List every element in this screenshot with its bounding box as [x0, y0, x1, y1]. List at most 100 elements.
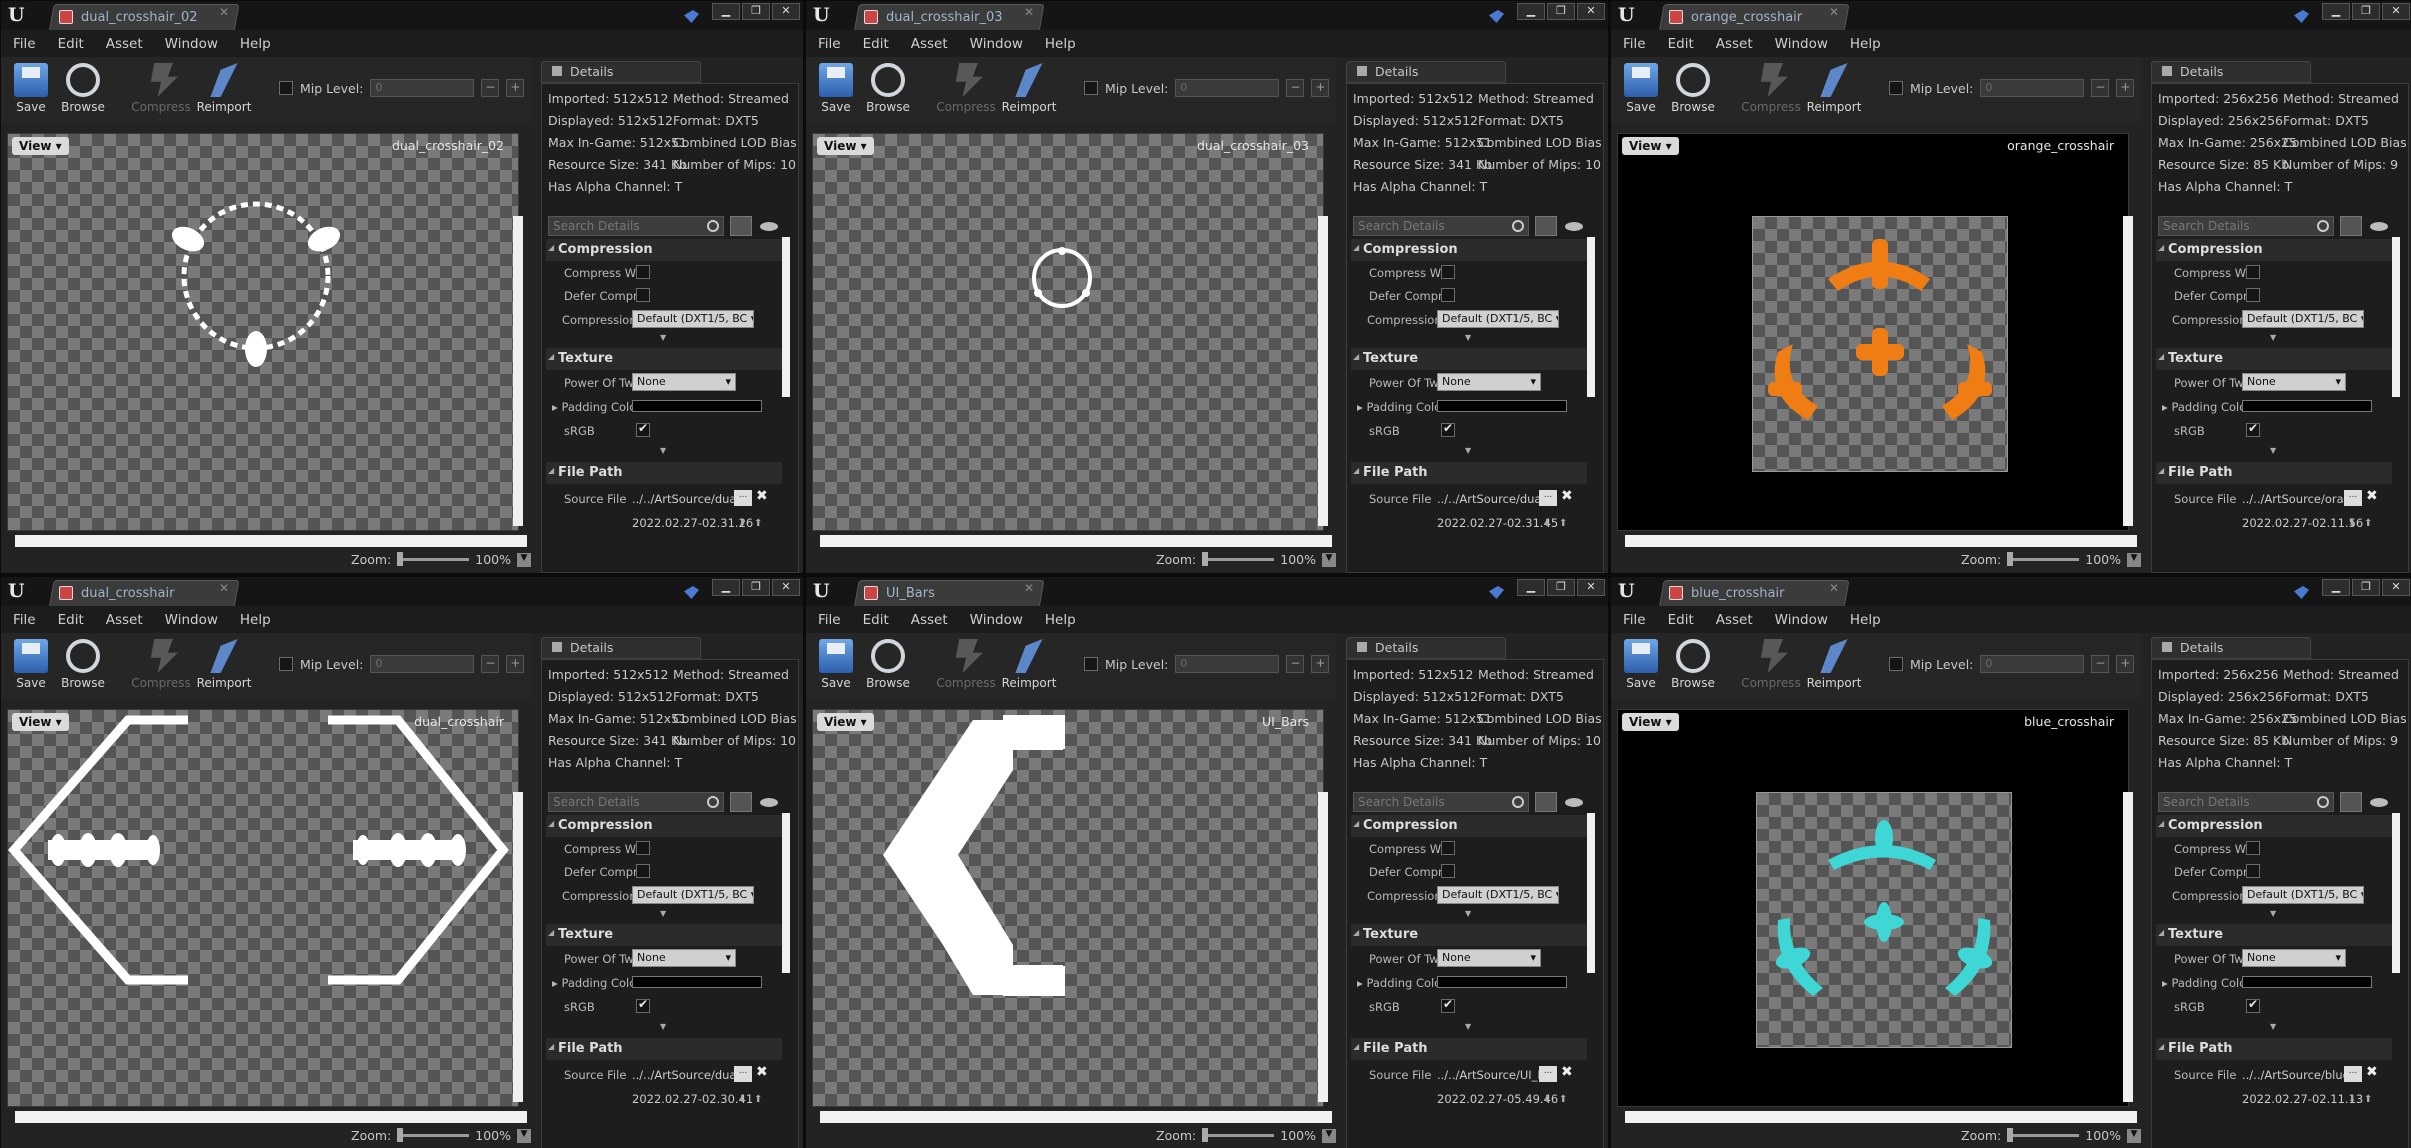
details-tab[interactable]: Details: [541, 637, 701, 659]
srgb-checkbox[interactable]: [2246, 997, 2260, 1013]
minimize-button[interactable]: ▁: [2322, 579, 2350, 596]
defer-compression-checkbox[interactable]: [1441, 288, 1455, 302]
menu-help[interactable]: Help: [240, 612, 271, 628]
menu-edit[interactable]: Edit: [58, 612, 84, 628]
pin-icon[interactable]: [1489, 586, 1504, 599]
pin-icon[interactable]: [684, 586, 699, 599]
arrow-up-icon[interactable]: ⬆: [2364, 518, 2372, 529]
padding-color-swatch[interactable]: [2242, 400, 2372, 412]
mip-increment-button[interactable]: +: [1311, 79, 1330, 97]
defer-compression-checkbox[interactable]: [2246, 864, 2260, 878]
category-texture[interactable]: Texture: [2156, 348, 2392, 370]
maximize-button[interactable]: ❐: [1547, 579, 1575, 596]
details-tab[interactable]: Details: [1346, 61, 1506, 83]
menu-file[interactable]: File: [818, 612, 841, 628]
compression-settings-dropdown[interactable]: Default (DXT1/5, BC ▾: [2242, 310, 2364, 328]
padding-color-swatch[interactable]: [632, 400, 762, 412]
category-file-path[interactable]: File Path: [546, 1038, 782, 1060]
arrow-up-icon[interactable]: ⬆: [754, 518, 762, 529]
mip-level-checkbox[interactable]: [279, 81, 293, 95]
view-menu-button[interactable]: View ▾: [1622, 137, 1679, 155]
asset-tab-content[interactable]: orange_crosshair: [1669, 7, 1839, 27]
viewport-vertical-scrollbar[interactable]: [513, 792, 523, 1102]
advanced-expand-icon[interactable]: ▼: [1465, 909, 1471, 918]
mip-increment-button[interactable]: +: [506, 79, 525, 97]
search-details-input[interactable]: Search Details: [548, 216, 724, 236]
viewport-horizontal-scrollbar[interactable]: [820, 1111, 1332, 1123]
zoom-slider[interactable]: [2007, 1128, 2080, 1142]
browse-source-button[interactable]: ...: [734, 1066, 752, 1082]
close-button[interactable]: ✕: [1577, 3, 1605, 20]
compression-settings-dropdown[interactable]: Default (DXT1/5, BC ▾: [1437, 886, 1559, 904]
mip-level-checkbox[interactable]: [1889, 81, 1903, 95]
viewport-horizontal-scrollbar[interactable]: [15, 1111, 527, 1123]
viewport-horizontal-scrollbar[interactable]: [15, 535, 527, 547]
zoom-dropdown-icon[interactable]: ▼: [2127, 1128, 2141, 1143]
details-scrollbar[interactable]: [782, 237, 790, 397]
minimize-button[interactable]: ▁: [1517, 579, 1545, 596]
viewport-vertical-scrollbar[interactable]: [1318, 216, 1328, 526]
view-menu-button[interactable]: View ▾: [817, 713, 874, 731]
minimize-button[interactable]: ▁: [1517, 3, 1545, 20]
browse-source-button[interactable]: ...: [1539, 1066, 1557, 1082]
close-button[interactable]: ✕: [772, 3, 800, 20]
compress-without-alpha-checkbox[interactable]: [1441, 841, 1455, 855]
mip-increment-button[interactable]: +: [2116, 655, 2135, 673]
arrow-down-icon[interactable]: ⬇: [738, 518, 746, 529]
details-scrollbar[interactable]: [1587, 813, 1595, 973]
mip-level-checkbox[interactable]: [1889, 657, 1903, 671]
mip-level-field[interactable]: 0: [1980, 655, 2085, 673]
zoom-dropdown-icon[interactable]: ▼: [517, 1128, 531, 1143]
texture-advanced-expand-icon[interactable]: ▼: [2270, 1022, 2276, 1031]
save-button[interactable]: Save: [806, 63, 866, 119]
texture-advanced-expand-icon[interactable]: ▼: [1465, 446, 1471, 455]
texture-viewport[interactable]: View ▾ dual_crosshair: [7, 709, 519, 1107]
clear-source-icon[interactable]: ✖: [1561, 1064, 1573, 1080]
mip-decrement-button[interactable]: −: [481, 655, 500, 673]
mip-level-checkbox[interactable]: [1084, 657, 1098, 671]
menu-help[interactable]: Help: [1045, 36, 1076, 52]
menu-file[interactable]: File: [818, 36, 841, 52]
zoom-dropdown-icon[interactable]: ▼: [1322, 552, 1336, 567]
tab-close-icon[interactable]: ✕: [219, 581, 229, 595]
texture-viewport[interactable]: View ▾ orange_crosshair: [1617, 133, 2129, 531]
browse-source-button[interactable]: ...: [2344, 490, 2362, 506]
arrow-down-icon[interactable]: ⬇: [2348, 1094, 2356, 1105]
arrow-down-icon[interactable]: ⬇: [1543, 1094, 1551, 1105]
advanced-expand-icon[interactable]: ▼: [2270, 909, 2276, 918]
minimize-button[interactable]: ▁: [712, 3, 740, 20]
close-button[interactable]: ✕: [1577, 579, 1605, 596]
menu-edit[interactable]: Edit: [1668, 612, 1694, 628]
category-file-path[interactable]: File Path: [2156, 1038, 2392, 1060]
compress-without-alpha-checkbox[interactable]: [636, 265, 650, 279]
details-tab[interactable]: Details: [2151, 61, 2311, 83]
menu-edit[interactable]: Edit: [58, 36, 84, 52]
viewport-vertical-scrollbar[interactable]: [2123, 216, 2133, 526]
category-file-path[interactable]: File Path: [2156, 462, 2392, 484]
texture-viewport[interactable]: View ▾ dual_crosshair_02: [7, 133, 519, 531]
browse-button[interactable]: Browse: [858, 639, 918, 695]
power-of-two-dropdown[interactable]: None ▾: [632, 949, 736, 967]
category-compression[interactable]: Compression: [1351, 239, 1587, 261]
eye-icon[interactable]: [1565, 222, 1583, 231]
mip-decrement-button[interactable]: −: [2091, 79, 2110, 97]
category-compression[interactable]: Compression: [1351, 815, 1587, 837]
advanced-expand-icon[interactable]: ▼: [660, 909, 666, 918]
compress-without-alpha-checkbox[interactable]: [2246, 841, 2260, 855]
zoom-slider[interactable]: [2007, 552, 2080, 566]
property-matrix-icon[interactable]: [730, 216, 752, 236]
menu-window[interactable]: Window: [970, 36, 1023, 52]
clear-source-icon[interactable]: ✖: [756, 488, 768, 504]
viewport-vertical-scrollbar[interactable]: [2123, 792, 2133, 1102]
category-compression[interactable]: Compression: [546, 815, 782, 837]
details-tab[interactable]: Details: [1346, 637, 1506, 659]
browse-button[interactable]: Browse: [53, 639, 113, 695]
compress-without-alpha-checkbox[interactable]: [1441, 265, 1455, 279]
compress-without-alpha-checkbox[interactable]: [636, 841, 650, 855]
arrow-down-icon[interactable]: ⬇: [2348, 518, 2356, 529]
power-of-two-dropdown[interactable]: None ▾: [2242, 949, 2346, 967]
mip-decrement-button[interactable]: −: [481, 79, 500, 97]
menu-window[interactable]: Window: [970, 612, 1023, 628]
menu-help[interactable]: Help: [1045, 612, 1076, 628]
details-scrollbar[interactable]: [1587, 237, 1595, 397]
